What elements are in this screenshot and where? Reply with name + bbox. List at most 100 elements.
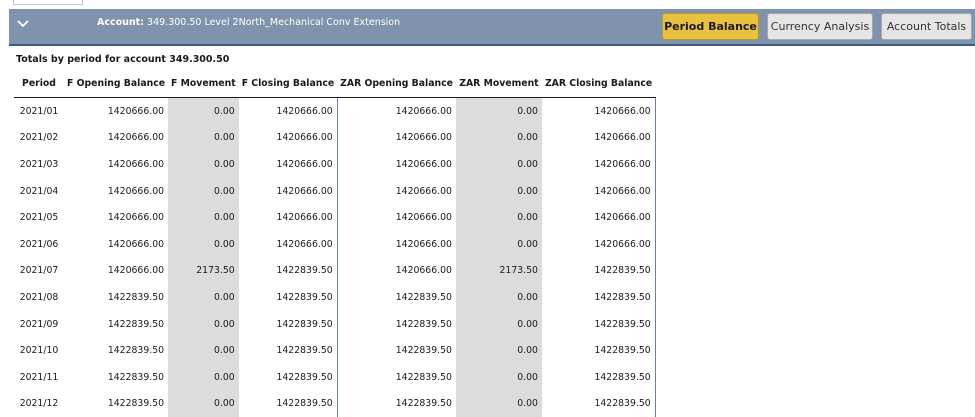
f-movement-cell: 0.00 xyxy=(168,390,239,417)
collapsed-panel-tab[interactable] xyxy=(13,0,83,5)
zar-opening-balance-cell: 1422839.50 xyxy=(395,345,452,357)
zar-closing-balance-cell: 1422839.50 xyxy=(541,390,656,417)
zar-closing-balance-cell: 1420666.00 xyxy=(541,151,656,178)
period-cell: 2021/08 xyxy=(19,291,59,303)
zar-opening-balance-cell: 1420666.00 xyxy=(395,132,452,144)
f-closing-balance-cell: 1422839.50 xyxy=(238,310,338,338)
zar-movement-cell: 0.00 xyxy=(455,177,542,205)
table-row[interactable]: 2021/11 1422839.50 0.00 1422839.50 1422839.5… xyxy=(14,363,656,391)
zar-opening-balance-cell: 1420666.00 xyxy=(395,238,452,250)
f-movement-cell: 0.00 xyxy=(168,177,239,205)
zar-opening-balance-cell: 1420666.00 xyxy=(395,185,452,197)
zar-movement-cell: 0.00 xyxy=(455,310,542,338)
table-row[interactable]: 2021/08 1422839.50 0.00 1422839.50 1422839.5… xyxy=(14,284,656,311)
f-opening-balance-cell: 1422839.50 xyxy=(107,291,165,303)
period-cell: 2021/01 xyxy=(19,105,59,117)
zar-closing-balance-cell: 1422839.50 xyxy=(541,310,656,338)
zar-opening-balance-cell: 1420666.00 xyxy=(395,265,452,277)
table-row[interactable]: 2021/09 1422839.50 0.00 1422839.50 1422839.5… xyxy=(14,310,656,338)
account-label: Account: xyxy=(97,17,145,28)
period-cell: 2021/05 xyxy=(19,212,59,224)
zar-closing-balance-cell: 1422839.50 xyxy=(541,337,656,364)
period-cell: 2021/04 xyxy=(19,185,59,197)
f-closing-balance-cell: 1420666.00 xyxy=(238,97,338,125)
column-header-zar-movement[interactable]: ZAR Movement xyxy=(455,69,542,98)
period-cell: 2021/10 xyxy=(19,345,59,357)
table-row[interactable]: 2021/02 1420666.00 0.00 1420666.00 1420666.0… xyxy=(14,124,656,152)
table-row[interactable]: 2021/12 1422839.50 0.00 1422839.50 1422839.5… xyxy=(14,390,656,417)
f-movement-cell: 0.00 xyxy=(168,124,239,152)
zar-closing-balance-cell: 1420666.00 xyxy=(541,230,656,258)
period-cell: 2021/12 xyxy=(19,398,59,410)
f-closing-balance-cell: 1422839.50 xyxy=(238,363,338,391)
f-opening-balance-cell: 1422839.50 xyxy=(107,345,165,357)
account-value: 349.300.50 Level 2North_Mechanical Conv … xyxy=(147,17,401,28)
f-movement-cell: 0.00 xyxy=(168,97,239,125)
period-cell: 2021/07 xyxy=(19,265,59,277)
currency-analysis-button[interactable]: Currency Analysis xyxy=(767,13,873,40)
zar-closing-balance-cell: 1422839.50 xyxy=(541,257,656,285)
f-movement-cell: 0.00 xyxy=(168,204,239,231)
zar-movement-cell: 2173.50 xyxy=(455,257,542,285)
period-cell: 2021/02 xyxy=(19,132,59,144)
table-row[interactable]: 2021/05 1420666.00 0.00 1420666.00 1420666.0… xyxy=(14,204,656,231)
zar-movement-cell: 0.00 xyxy=(455,363,542,391)
f-movement-cell: 0.00 xyxy=(168,284,239,311)
table-row[interactable]: 2021/04 1420666.00 0.00 1420666.00 1420666.0… xyxy=(14,177,656,205)
table-row[interactable]: 2021/03 1420666.00 0.00 1420666.00 1420666.0… xyxy=(14,151,656,178)
table-row[interactable]: 2021/01 1420666.00 0.00 1420666.00 1420666.0… xyxy=(14,97,656,125)
column-header-period[interactable]: Period xyxy=(14,69,64,98)
table-header-row: Period F Opening Balance F Movement F Cl… xyxy=(14,69,656,98)
f-opening-balance-cell: 1420666.00 xyxy=(107,132,165,144)
period-cell: 2021/06 xyxy=(19,238,59,250)
zar-opening-balance-cell: 1422839.50 xyxy=(395,291,452,303)
zar-opening-balance-cell: 1420666.00 xyxy=(395,158,452,170)
zar-movement-cell: 0.00 xyxy=(455,284,542,311)
account-title: Account: 349.300.50 Level 2North_Mechani… xyxy=(97,17,400,28)
table-title: Totals by period for account 349.300.50 xyxy=(16,54,230,65)
f-opening-balance-cell: 1422839.50 xyxy=(107,318,165,330)
zar-movement-cell: 0.00 xyxy=(455,337,542,364)
f-closing-balance-cell: 1420666.00 xyxy=(238,230,338,258)
f-opening-balance-cell: 1422839.50 xyxy=(107,371,165,383)
f-closing-balance-cell: 1420666.00 xyxy=(238,124,338,152)
account-header-bar: Account: 349.300.50 Level 2North_Mechani… xyxy=(9,9,975,46)
f-opening-balance-cell: 1420666.00 xyxy=(107,212,165,224)
period-cell: 2021/09 xyxy=(19,318,59,330)
account-totals-button[interactable]: Account Totals xyxy=(881,13,972,40)
chevron-down-icon[interactable] xyxy=(14,15,32,33)
zar-closing-balance-cell: 1420666.00 xyxy=(541,124,656,152)
f-movement-cell: 0.00 xyxy=(168,310,239,338)
zar-movement-cell: 0.00 xyxy=(455,97,542,125)
f-opening-balance-cell: 1420666.00 xyxy=(107,238,165,250)
f-movement-cell: 2173.50 xyxy=(168,257,239,285)
period-balance-button[interactable]: Period Balance xyxy=(662,13,759,40)
f-closing-balance-cell: 1422839.50 xyxy=(238,390,338,417)
f-opening-balance-cell: 1420666.00 xyxy=(107,185,165,197)
table-row[interactable]: 2021/07 1420666.00 2173.50 1422839.50 142066… xyxy=(14,257,656,285)
column-header-f-movement[interactable]: F Movement xyxy=(168,69,239,98)
period-balance-table: Period F Opening Balance F Movement F Cl… xyxy=(14,69,656,417)
f-opening-balance-cell: 1420666.00 xyxy=(107,158,165,170)
f-movement-cell: 0.00 xyxy=(168,230,239,258)
table-row[interactable]: 2021/10 1422839.50 0.00 1422839.50 1422839.5… xyxy=(14,337,656,364)
zar-movement-cell: 0.00 xyxy=(455,151,542,178)
column-header-zar-opening-balance[interactable]: ZAR Opening Balance xyxy=(337,69,456,98)
zar-opening-balance-cell: 1420666.00 xyxy=(395,212,452,224)
zar-movement-cell: 0.00 xyxy=(455,390,542,417)
f-movement-cell: 0.00 xyxy=(168,151,239,178)
f-closing-balance-cell: 1420666.00 xyxy=(238,177,338,205)
zar-closing-balance-cell: 1420666.00 xyxy=(541,97,656,125)
table-row[interactable]: 2021/06 1420666.00 0.00 1420666.00 1420666.0… xyxy=(14,230,656,258)
zar-opening-balance-cell: 1422839.50 xyxy=(395,318,452,330)
zar-opening-balance-cell: 1422839.50 xyxy=(395,398,452,410)
f-opening-balance-cell: 1422839.50 xyxy=(107,398,165,410)
f-closing-balance-cell: 1420666.00 xyxy=(238,204,338,231)
zar-movement-cell: 0.00 xyxy=(455,230,542,258)
column-header-f-closing-balance[interactable]: F Closing Balance xyxy=(238,69,338,98)
f-closing-balance-cell: 1422839.50 xyxy=(238,257,338,285)
column-header-zar-closing-balance[interactable]: ZAR Closing Balance xyxy=(541,69,656,98)
f-movement-cell: 0.00 xyxy=(168,363,239,391)
column-header-f-opening-balance[interactable]: F Opening Balance xyxy=(64,69,169,98)
f-closing-balance-cell: 1422839.50 xyxy=(238,284,338,311)
